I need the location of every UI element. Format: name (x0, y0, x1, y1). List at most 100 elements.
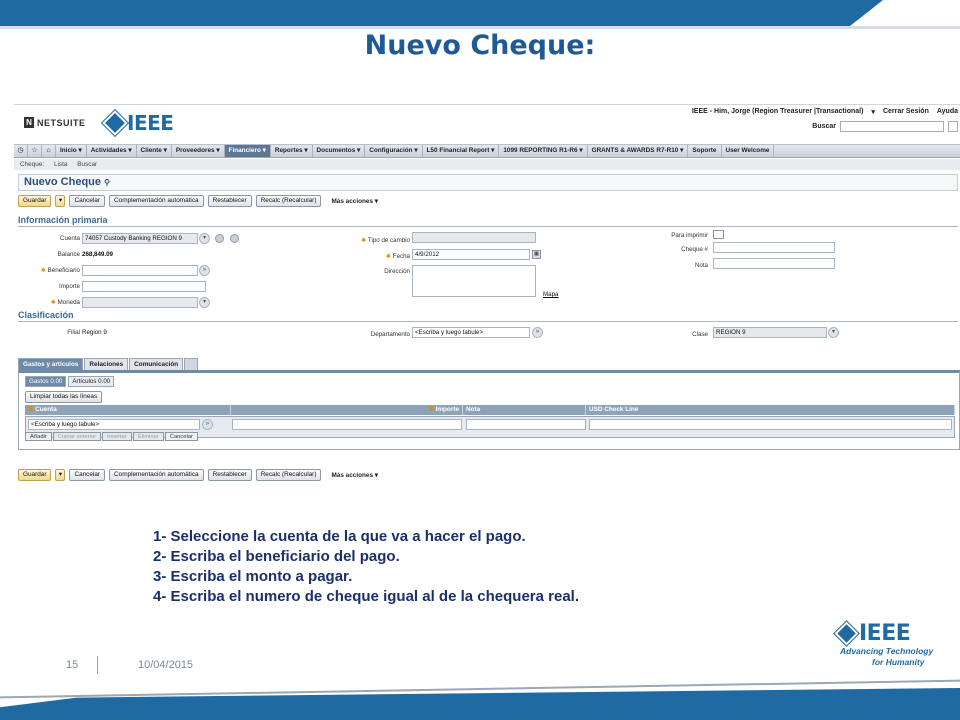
amount-label: Importe (59, 283, 80, 290)
memo-input[interactable] (713, 258, 835, 269)
instruction-2: 2- Escriba el beneficiario del pago. (153, 548, 400, 565)
more-actions-menu[interactable]: Más acciones ▾ (331, 197, 378, 205)
user-name[interactable]: IEEE - Him, Jorge (Region Treasurer |Tra… (692, 108, 864, 116)
subtab-articulos[interactable]: Artículos 0.00 (68, 376, 115, 387)
address-textarea[interactable] (412, 265, 536, 297)
nav-item-reportes[interactable]: Reportes ▾ (271, 145, 313, 157)
cancel-button[interactable]: Cancelar (69, 195, 106, 207)
reset-button[interactable]: Restablecer (207, 195, 252, 207)
save-button-bottom[interactable]: Guardar (18, 469, 52, 481)
insert-line-button[interactable]: Insertar (102, 432, 132, 441)
map-link[interactable]: Mapa (543, 291, 558, 298)
add-line-button[interactable]: Añadir (25, 432, 52, 441)
top-banner-line (0, 26, 960, 29)
payee-label: ✱ Beneficiario (40, 267, 80, 274)
search-input[interactable] (840, 121, 944, 132)
line-usd-check-input[interactable] (589, 419, 952, 430)
department-picker-icon[interactable]: » (532, 327, 543, 338)
subnav-label: Cheque: (20, 161, 45, 168)
class-select[interactable]: REGION 9 (713, 327, 827, 338)
payee-input[interactable] (82, 265, 198, 276)
currency-select[interactable] (82, 297, 198, 308)
tab-extra[interactable] (184, 358, 199, 370)
tab-panel: Gastos 0.00 Artículos 0.00 Limpiar todas… (18, 370, 960, 450)
nav-item-1099-reporting[interactable]: 1099 REPORTING R1-R6 ▾ (499, 145, 588, 157)
column-amount[interactable]: ✱ Importe (231, 405, 463, 415)
bottom-banner (0, 688, 960, 720)
subnav-list-link[interactable]: Lista (54, 161, 68, 168)
top-banner (0, 0, 960, 26)
subnav-search-link[interactable]: Buscar (77, 161, 97, 168)
nav-item-user-welcome[interactable]: User Welcome (722, 145, 775, 157)
account-dropdown-arrow-icon[interactable]: ▾ (199, 233, 210, 244)
nav-item-financiero[interactable]: Financiero ▾ (224, 145, 271, 157)
footer-divider (97, 656, 98, 674)
exchange-rate-input[interactable] (412, 232, 536, 243)
save-dropdown-arrow-icon[interactable]: ▾ (55, 195, 66, 207)
more-actions-menu-bottom[interactable]: Más acciones ▾ (331, 471, 378, 479)
subnav: Cheque: Lista Buscar (14, 159, 960, 170)
column-memo[interactable]: Nota (463, 405, 586, 415)
account-add-icon[interactable] (230, 234, 239, 243)
nav-item-grants-awards[interactable]: GRANTS & AWARDS R7-R10 ▾ (588, 145, 689, 157)
ieee-logo-text: IEEE (127, 111, 174, 135)
nav-item-inicio[interactable]: Inicio ▾ (56, 145, 87, 157)
account-open-icon[interactable] (215, 234, 224, 243)
nav-item-cliente[interactable]: Cliente ▾ (137, 145, 172, 157)
star-icon[interactable]: ☆ (28, 145, 42, 157)
nav-item-proveedores[interactable]: Proveedores ▾ (172, 145, 225, 157)
line-memo-input[interactable] (466, 419, 586, 430)
recalc-button[interactable]: Recalc (Recalcular) (255, 195, 322, 207)
app-header: N NETSUITE IEEE IEEE - Him, Jorge (Regio… (14, 104, 960, 142)
autofill-button[interactable]: Complementación automática (109, 195, 204, 207)
reset-button-bottom[interactable]: Restablecer (207, 469, 252, 481)
line-account-input[interactable]: <Escriba y luego tabule> (28, 419, 200, 430)
logout-link[interactable]: Cerrar Sesión (883, 108, 929, 116)
payee-picker-icon[interactable]: » (199, 265, 210, 276)
currency-dropdown-arrow-icon[interactable]: ▾ (199, 297, 210, 308)
autofill-button-bottom[interactable]: Complementación automática (109, 469, 204, 481)
nav-item-soporte[interactable]: Soporte (688, 145, 722, 157)
help-link[interactable]: Ayuda (937, 108, 958, 116)
amount-input[interactable] (82, 281, 206, 292)
cancel-button-bottom[interactable]: Cancelar (69, 469, 106, 481)
netsuite-logo-text: NETSUITE (37, 117, 86, 128)
user-icon[interactable]: ▾ (871, 108, 875, 116)
line-amount-input[interactable] (232, 419, 462, 430)
save-button[interactable]: Guardar (18, 195, 52, 207)
account-select[interactable]: 74057 Custody Banking REGION 9 (82, 233, 198, 244)
column-usd-check-line[interactable]: USD Check Line (586, 405, 955, 415)
line-account-picker-icon[interactable]: » (202, 419, 213, 430)
nav-item-configuracion[interactable]: Configuración ▾ (365, 145, 423, 157)
remove-line-button[interactable]: Eliminar (132, 432, 164, 441)
to-print-checkbox[interactable] (713, 230, 724, 239)
classification-header: Clasificación (18, 310, 958, 322)
nav-item-documentos[interactable]: Documentos ▾ (313, 145, 366, 157)
check-number-label: Cheque # (681, 246, 708, 253)
calendar-icon[interactable]: ▦ (532, 250, 541, 259)
copy-previous-button[interactable]: Copiar anterior (52, 432, 102, 441)
subtab-gastos[interactable]: Gastos 0.00 (25, 376, 67, 387)
tab-gastos-articulos[interactable]: Gastos y artículos (18, 358, 84, 370)
date-input[interactable]: 4/9/2012 (412, 249, 530, 260)
nav-item-l50-report[interactable]: L50 Financial Report ▾ (423, 145, 500, 157)
search-icon[interactable]: ⚲ (104, 178, 110, 187)
class-dropdown-arrow-icon[interactable]: ▾ (828, 327, 839, 338)
recalc-button-bottom[interactable]: Recalc (Recalcular) (255, 469, 322, 481)
tab-relaciones[interactable]: Relaciones (84, 358, 129, 370)
column-account[interactable]: ✱ Cuenta (25, 405, 231, 415)
exchange-rate-label: ✱ Tipo de cambio (361, 237, 410, 244)
save-dropdown-arrow-icon[interactable]: ▾ (55, 469, 66, 481)
search-option-box[interactable] (948, 121, 958, 132)
recent-icon[interactable]: ◷ (14, 145, 28, 157)
primary-info-header: Información primaria (18, 215, 958, 227)
tab-comunicacion[interactable]: Comunicación (129, 358, 184, 370)
department-input[interactable]: <Escriba y luego tabule> (412, 327, 530, 338)
clear-lines-button[interactable]: Limpiar todas las líneas (25, 391, 103, 403)
netsuite-screenshot: N NETSUITE IEEE IEEE - Him, Jorge (Regio… (14, 104, 960, 518)
instruction-3: 3- Escriba el monto a pagar. (153, 568, 353, 585)
cancel-line-button[interactable]: Cancelar (164, 432, 198, 441)
home-icon[interactable]: ⌂ (42, 145, 56, 157)
nav-item-actividades[interactable]: Actividades ▾ (87, 145, 137, 157)
check-number-input[interactable] (713, 242, 835, 253)
